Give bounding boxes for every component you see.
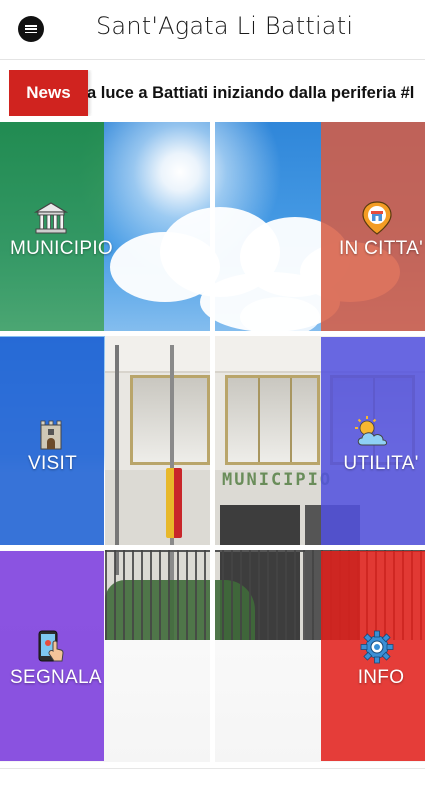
sun-cloud-icon: [355, 416, 387, 446]
tile-label: SEGNALA: [10, 667, 102, 688]
news-ticker-text[interactable]: a luce a Battiati iniziando dalla perife…: [87, 70, 414, 116]
tile-label: UTILITA': [343, 453, 419, 474]
tile-municipio[interactable]: MUNICIPIO: [0, 122, 210, 332]
tile-label: IN CITTA': [338, 238, 424, 259]
hamburger-menu-icon[interactable]: [18, 16, 44, 42]
app-header: Sant'Agata Li Battiati: [0, 0, 425, 60]
map-pin-shop-icon: [362, 201, 392, 235]
tile-visit[interactable]: VISIT: [0, 337, 210, 547]
tile-info[interactable]: INFO: [215, 551, 425, 761]
news-badge: News: [9, 70, 88, 116]
news-ticker[interactable]: News a luce a Battiati iniziando dalla p…: [0, 70, 425, 116]
tile-label: MUNICIPIO: [10, 238, 113, 259]
touch-phone-icon: [38, 630, 64, 662]
app-title: Sant'Agata Li Battiati: [96, 12, 354, 40]
gear-icon: [360, 630, 394, 664]
tile-utilita[interactable]: UTILITA': [215, 337, 425, 547]
town-hall-icon: [33, 202, 69, 234]
tile-in-citta[interactable]: IN CITTA': [215, 122, 425, 332]
tile-segnala[interactable]: SEGNALA: [0, 551, 210, 761]
tile-label: INFO: [357, 667, 405, 688]
castle-tower-icon: [40, 420, 62, 450]
tile-label: VISIT: [27, 453, 77, 474]
bottom-bar: [0, 768, 425, 800]
